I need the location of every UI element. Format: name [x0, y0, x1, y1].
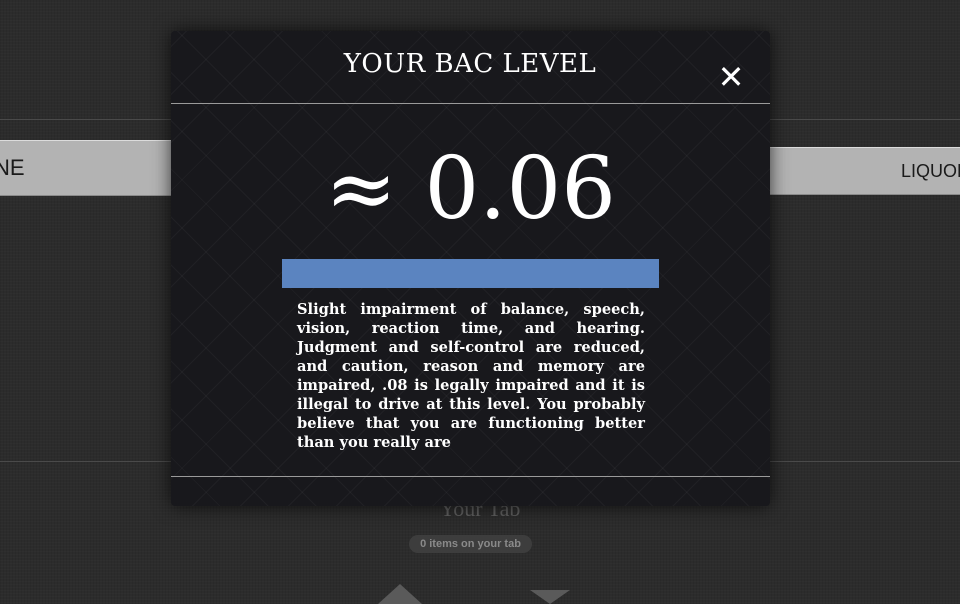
category-right-label: LIQUOR: [900, 160, 960, 181]
bac-description: Slight impairment of balance, speech, vi…: [297, 301, 645, 451]
up-arrow-icon[interactable]: [378, 584, 422, 604]
close-icon[interactable]: ✕: [711, 57, 751, 97]
category-button-left[interactable]: NE: [0, 140, 175, 196]
bac-modal: YOUR BAC LEVEL ✕ ≈ 0.06 Slight impairmen…: [171, 31, 770, 506]
category-button-liquor[interactable]: LIQUOR: [768, 147, 960, 195]
category-left-label: NE: [0, 155, 25, 180]
bac-value: ≈ 0.06: [325, 139, 616, 239]
down-arrow-icon[interactable]: [530, 590, 570, 604]
modal-title: YOUR BAC LEVEL: [343, 49, 597, 79]
bottom-controls: [378, 584, 578, 604]
tab-count-badge: 0 items on your tab: [409, 535, 532, 553]
modal-divider-bottom: [171, 476, 770, 477]
bac-level-bar: [282, 259, 659, 288]
modal-divider-top: [171, 103, 770, 104]
